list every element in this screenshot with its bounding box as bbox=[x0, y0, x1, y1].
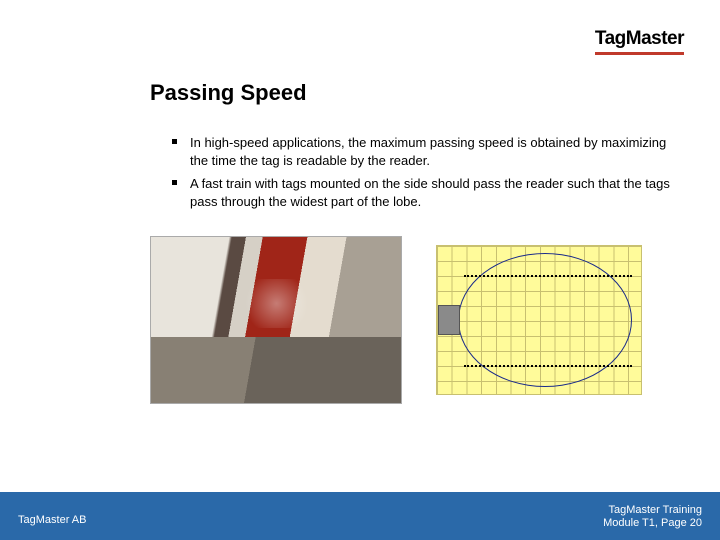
slide-title: Passing Speed bbox=[150, 80, 684, 106]
brand-name: TagMaster bbox=[595, 28, 684, 49]
path-line-top bbox=[464, 275, 632, 277]
reader-icon bbox=[438, 305, 460, 335]
bullet-item: A fast train with tags mounted on the si… bbox=[172, 175, 684, 210]
footer-training-title: TagMaster Training bbox=[603, 504, 702, 517]
train-photo bbox=[150, 236, 402, 404]
footer-page-number: Module T1, Page 20 bbox=[603, 517, 702, 530]
footer-page-info: TagMaster Training Module T1, Page 20 bbox=[603, 504, 702, 530]
lobe-diagram bbox=[436, 245, 642, 395]
slide-content: Passing Speed In high-speed applications… bbox=[150, 80, 684, 404]
brand-logo: TagMaster bbox=[595, 28, 684, 55]
footer-company: TagMaster AB bbox=[18, 514, 86, 526]
image-row bbox=[150, 236, 684, 404]
bullet-list: In high-speed applications, the maximum … bbox=[150, 134, 684, 210]
path-line-bottom bbox=[464, 365, 632, 367]
bullet-item: In high-speed applications, the maximum … bbox=[172, 134, 684, 169]
